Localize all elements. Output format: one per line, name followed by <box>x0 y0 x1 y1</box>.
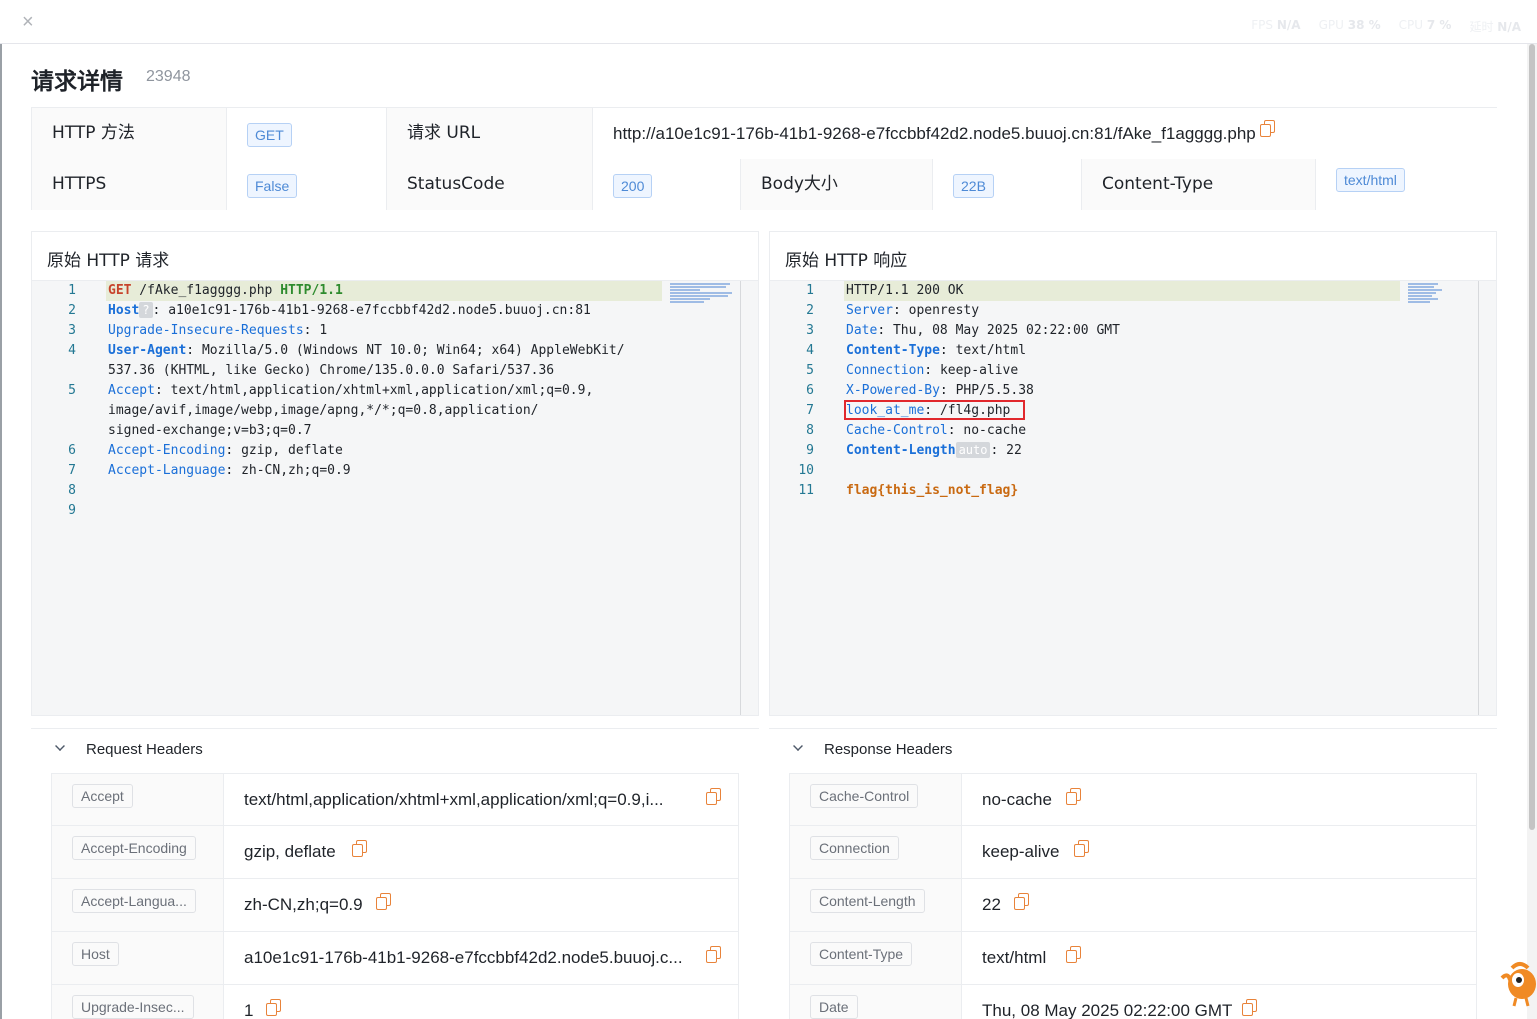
raw-request-title: 原始 HTTP 请求 <box>47 251 170 271</box>
request-headers-section: Request Headers Accept text/html,applicat… <box>31 728 759 1019</box>
status-label: StatusCode <box>387 159 593 210</box>
header-key: Accept-Langua... <box>72 889 196 913</box>
copy-icon[interactable] <box>1259 120 1275 137</box>
table-row: Content-Length 22 <box>789 879 1477 932</box>
method-label: HTTP 方法 <box>32 108 227 159</box>
request-info-table: HTTP 方法 GET 请求 URL http://a10e1c91-176b-… <box>31 107 1497 210</box>
https-tag: False <box>247 173 298 198</box>
minimap[interactable] <box>1408 283 1470 305</box>
header-key: Host <box>72 942 119 966</box>
hint-badge: ? <box>139 302 153 318</box>
page-scrollbar[interactable] <box>1527 44 1537 1019</box>
header-key: Content-Type <box>810 942 913 966</box>
header-value: a10e1c91-176b-41b1-9268-e7fccbbf42d2.nod… <box>244 948 683 967</box>
copy-icon[interactable] <box>1066 946 1081 963</box>
copy-icon[interactable] <box>706 946 721 963</box>
minimap[interactable] <box>670 283 732 305</box>
table-row: Host a10e1c91-176b-41b1-9268-e7fccbbf42d2… <box>51 932 739 985</box>
body-size-label: Body大小 <box>741 159 933 210</box>
body-size-tag: 22B <box>953 173 994 198</box>
header-key: Connection <box>810 836 899 860</box>
status-tag: 200 <box>613 173 653 198</box>
table-row: Cache-Control no-cache <box>789 773 1477 826</box>
raw-response-panel: 原始 HTTP 响应 1 HTTP/1.1 200 OK 2 Server: ope… <box>769 231 1497 716</box>
https-value: False <box>227 159 387 210</box>
chevron-down-icon[interactable] <box>55 741 65 751</box>
perf-latency: 延时 N/A <box>1469 20 1521 34</box>
chevron-down-icon[interactable] <box>793 741 803 751</box>
url-label: 请求 URL <box>387 108 593 159</box>
copy-icon[interactable] <box>1074 840 1089 857</box>
copy-icon[interactable] <box>706 788 721 805</box>
header-value: Thu, 08 May 2025 02:22:00 GMT <box>982 1001 1233 1019</box>
perf-cpu: CPU 7 % <box>1398 18 1452 32</box>
header-key: Accept <box>72 784 133 808</box>
url-text: http://a10e1c91-176b-41b1-9268-e7fccbbf4… <box>613 124 1256 143</box>
body-size-value: 22B <box>933 159 1082 210</box>
raw-response-title: 原始 HTTP 响应 <box>785 251 908 271</box>
content-type-label: Content-Type <box>1082 159 1316 210</box>
perf-gpu: GPU 38 % <box>1318 18 1381 32</box>
content-type-value: text/html <box>1316 159 1497 210</box>
header-value: text/html <box>982 948 1047 967</box>
header-key: Upgrade-Insec... <box>72 995 194 1019</box>
url-value: http://a10e1c91-176b-41b1-9268-e7fccbbf4… <box>593 108 1497 159</box>
response-headers-section: Response Headers Cache-Control no-cache C… <box>769 728 1497 1019</box>
copy-icon[interactable] <box>1014 893 1029 910</box>
page-title: 请求详情 <box>31 69 123 95</box>
method-value: GET <box>227 108 387 159</box>
header-key: Date <box>810 995 858 1019</box>
request-headers-title[interactable]: Request Headers <box>86 741 203 758</box>
table-row: Accept-Encoding gzip, deflate <box>51 826 739 879</box>
header-value: 22 <box>982 895 1001 914</box>
raw-request-editor[interactable]: 1 GET /fAke_f1agggg.php HTTP/1.1 2 Host?: … <box>32 281 758 715</box>
perf-fps: FPS N/A <box>1251 18 1301 32</box>
method-tag: GET <box>247 122 292 147</box>
copy-icon[interactable] <box>266 999 281 1016</box>
copy-icon[interactable] <box>1066 788 1081 805</box>
table-row: Date Thu, 08 May 2025 02:22:00 GMT <box>789 985 1477 1019</box>
scrollbar-thumb[interactable] <box>1529 44 1535 830</box>
close-icon[interactable]: × <box>22 10 34 34</box>
header-value: 1 <box>244 1001 254 1019</box>
auto-badge: auto <box>955 442 991 458</box>
copy-icon[interactable] <box>352 840 367 857</box>
mascot-icon[interactable] <box>1498 958 1537 1008</box>
https-label: HTTPS <box>32 159 227 210</box>
header-value: text/html,application/xhtml+xml,applicat… <box>244 790 664 809</box>
header-key: Content-Length <box>810 889 925 913</box>
request-id: 23948 <box>146 68 191 85</box>
table-row: Content-Type text/html <box>789 932 1477 985</box>
header-key: Accept-Encoding <box>72 836 196 860</box>
copy-icon[interactable] <box>376 893 391 910</box>
header-key: Cache-Control <box>810 784 919 808</box>
header-value: no-cache <box>982 790 1052 809</box>
content-type-tag: text/html <box>1336 167 1405 192</box>
raw-request-panel: 原始 HTTP 请求 1 GET /fAke_f1agggg.php HTTP/1… <box>31 231 759 716</box>
top-bar: × FPS N/A GPU 38 % CPU 7 % 延时 N/A <box>0 0 1537 44</box>
perf-overlay: FPS N/A GPU 38 % CPU 7 % 延时 N/A <box>1251 18 1521 35</box>
window-edge <box>0 44 2 1019</box>
header-value: gzip, deflate <box>244 842 336 861</box>
raw-response-editor[interactable]: 1 HTTP/1.1 200 OK 2 Server: openresty 3 Dat… <box>770 281 1496 715</box>
copy-icon[interactable] <box>1242 999 1257 1016</box>
response-headers-title[interactable]: Response Headers <box>824 741 952 758</box>
header-value: zh-CN,zh;q=0.9 <box>244 895 363 914</box>
highlight-box <box>844 400 1025 420</box>
header-value: keep-alive <box>982 842 1060 861</box>
table-row: Accept-Langua... zh-CN,zh;q=0.9 <box>51 879 739 932</box>
table-row: Connection keep-alive <box>789 826 1477 879</box>
status-value: 200 <box>593 159 741 210</box>
table-row: Accept text/html,application/xhtml+xml,ap… <box>51 773 739 826</box>
table-row: Upgrade-Insec... 1 <box>51 985 739 1019</box>
